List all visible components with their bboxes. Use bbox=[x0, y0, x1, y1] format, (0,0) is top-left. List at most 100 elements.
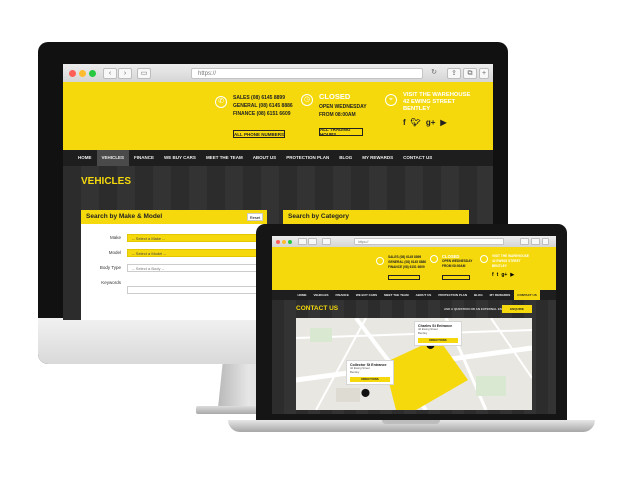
forward-button[interactable] bbox=[308, 238, 317, 245]
tabs-icon[interactable]: ⧉ bbox=[463, 68, 477, 79]
phone-finance[interactable]: FINANCE (08) 6151 6609 bbox=[388, 265, 426, 270]
visit-line: BENTLEY bbox=[403, 106, 431, 112]
directions-button[interactable]: DIRECTIONS bbox=[418, 337, 458, 343]
laptop-notch bbox=[382, 420, 440, 424]
panel-title: Search by Category bbox=[283, 210, 469, 224]
phone-sales[interactable]: SALES (08) 6145 8899 bbox=[233, 94, 293, 102]
status-lines: OPEN WEDNESDAY FROM 08:00AM bbox=[319, 103, 367, 119]
google-plus-icon[interactable]: g+ bbox=[426, 118, 436, 127]
status-line: FROM 08:00AM bbox=[319, 112, 356, 118]
site-header: ✆ SALES (08) 6145 8899 GENERAL (08) 6145… bbox=[63, 82, 493, 150]
keywords-label: Keywords bbox=[101, 280, 121, 285]
nav-finance[interactable]: FINANCE bbox=[332, 290, 352, 300]
model-select[interactable]: -- Select a Model -- bbox=[127, 249, 259, 257]
zoom-window-button[interactable] bbox=[288, 240, 292, 244]
clock-icon: ◷ bbox=[301, 94, 313, 106]
back-button[interactable]: ‹ bbox=[103, 68, 117, 79]
reload-icon[interactable]: ↻ bbox=[427, 68, 441, 79]
nav-meet-the-team[interactable]: MEET THE TEAM bbox=[381, 290, 413, 300]
nav-we-buy-cars[interactable]: WE BUY CARS bbox=[352, 290, 380, 300]
forward-button[interactable]: › bbox=[118, 68, 132, 79]
phone-icon: ✆ bbox=[215, 96, 227, 108]
search-make-model-panel: Search by Make & Model Reset Make -- Sel… bbox=[81, 210, 267, 320]
map-pin-icon[interactable]: ⬤ bbox=[361, 388, 370, 397]
back-button[interactable] bbox=[298, 238, 307, 245]
new-tab-button[interactable] bbox=[542, 238, 549, 245]
nav-protection-plan[interactable]: PROTECTION PLAN bbox=[281, 150, 334, 166]
phone-general[interactable]: GENERAL (08) 6145 8886 bbox=[233, 102, 293, 110]
nav-my-rewards[interactable]: MY REWARDS bbox=[486, 290, 514, 300]
site-header: SALES (08) 6145 8899 GENERAL (08) 6145 8… bbox=[272, 247, 556, 290]
nav-contact-us[interactable]: CONTACT US bbox=[398, 150, 437, 166]
status-line: FROM 08:00AM bbox=[442, 264, 466, 268]
minimize-window-button[interactable] bbox=[282, 240, 286, 244]
page-title: VEHICLES bbox=[81, 176, 132, 187]
address-bar[interactable]: https:// bbox=[354, 238, 504, 245]
nav-finance[interactable]: FINANCE bbox=[129, 150, 159, 166]
nav-home[interactable]: HOME bbox=[294, 290, 310, 300]
phone-finance[interactable]: FINANCE (08) 6151 6609 bbox=[233, 110, 293, 118]
minimize-window-button[interactable] bbox=[79, 70, 86, 77]
youtube-icon[interactable]: ▶ bbox=[440, 118, 446, 127]
address-bar[interactable]: https:// bbox=[191, 68, 423, 79]
share-icon[interactable]: ⇪ bbox=[447, 68, 461, 79]
nav-vehicles[interactable]: VEHICLES bbox=[96, 150, 130, 166]
nav-blog[interactable]: BLOG bbox=[334, 150, 357, 166]
visit-line: VISIT THE WAREHOUSE bbox=[403, 92, 471, 98]
nav-home[interactable]: HOME bbox=[73, 150, 97, 166]
twitter-icon[interactable]: 🐦︎ bbox=[411, 118, 421, 127]
page-body: CONTACT US ASK A QUESTION OR AN EXTERNAL… bbox=[272, 300, 556, 414]
sidebar-icon[interactable]: ▭ bbox=[137, 68, 151, 79]
twitter-icon[interactable]: t bbox=[497, 272, 499, 278]
facebook-icon[interactable]: f bbox=[403, 118, 406, 127]
phone-numbers: SALES (08) 6145 8899 GENERAL (08) 6145 8… bbox=[388, 255, 426, 270]
browser-toolbar: ‹ › ▭ https:// ↻ ⇪ ⧉ + bbox=[63, 64, 493, 83]
google-plus-icon[interactable]: g+ bbox=[501, 272, 507, 278]
nav-protection-plan[interactable]: PROTECTION PLAN bbox=[435, 290, 471, 300]
panel-title: Search by Make & Model bbox=[81, 210, 267, 224]
nav-meet-the-team[interactable]: MEET THE TEAM bbox=[201, 150, 248, 166]
nav-contact-us[interactable]: CONTACT US bbox=[513, 290, 541, 300]
body-type-select[interactable]: -- Select a Body -- bbox=[127, 264, 259, 272]
body-type-label: Body Type bbox=[99, 265, 121, 270]
close-window-button[interactable] bbox=[69, 70, 76, 77]
all-phone-numbers-button[interactable] bbox=[388, 275, 420, 280]
location-pin-icon: ⌖ bbox=[385, 94, 397, 106]
new-tab-button[interactable]: + bbox=[479, 68, 489, 79]
zoom-window-button[interactable] bbox=[89, 70, 96, 77]
all-trading-hours-button[interactable]: ALL TRADING HOURS bbox=[319, 127, 363, 137]
all-trading-hours-button[interactable] bbox=[442, 275, 470, 280]
phone-numbers: SALES (08) 6145 8899 GENERAL (08) 6145 8… bbox=[233, 94, 293, 118]
main-nav: HOME VEHICLES FINANCE WE BUY CARS MEET T… bbox=[272, 290, 556, 300]
keywords-input[interactable] bbox=[127, 286, 259, 294]
page-title: CONTACT US bbox=[296, 305, 339, 312]
nav-vehicles[interactable]: VEHICLES bbox=[310, 290, 332, 300]
tabs-icon[interactable] bbox=[531, 238, 540, 245]
status-title: CLOSED bbox=[319, 92, 351, 101]
all-phone-numbers-button[interactable]: ALL PHONE NUMBERS bbox=[233, 130, 285, 138]
nav-my-rewards[interactable]: MY REWARDS bbox=[357, 150, 398, 166]
enquire-button[interactable]: ENQUIRE bbox=[502, 305, 532, 313]
map-infobox-collector: Collector St Entrance 42 Ewing Street Be… bbox=[346, 360, 394, 385]
make-select[interactable]: -- Select a Make -- bbox=[127, 234, 259, 242]
map-infobox-charles: Charles St Entrance 42 Ewing Street Bent… bbox=[414, 321, 462, 346]
nav-about-us[interactable]: ABOUT US bbox=[248, 150, 282, 166]
youtube-icon[interactable]: ▶ bbox=[510, 272, 514, 278]
nav-blog[interactable]: BLOG bbox=[470, 290, 486, 300]
sidebar-icon[interactable] bbox=[322, 238, 331, 245]
share-icon[interactable] bbox=[520, 238, 529, 245]
close-window-button[interactable] bbox=[276, 240, 280, 244]
laptop-screen: https:// SALES (08) 6145 8899 GENERAL (0… bbox=[272, 236, 556, 414]
infobox-line: Bentley bbox=[418, 330, 428, 335]
location-map[interactable]: ⬤ ⬤ Charles St Entrance 42 Ewing Street … bbox=[296, 318, 532, 410]
directions-button[interactable]: DIRECTIONS bbox=[350, 376, 390, 382]
reset-button[interactable]: Reset bbox=[247, 213, 263, 221]
nav-about-us[interactable]: ABOUT US bbox=[412, 290, 435, 300]
visit-line: 42 EWING STREET bbox=[403, 99, 456, 105]
visit-address: VISIT THE WAREHOUSE 42 EWING STREET BENT… bbox=[403, 92, 470, 113]
make-label: Make bbox=[109, 235, 121, 240]
facebook-icon[interactable]: f bbox=[492, 272, 494, 278]
location-pin-icon bbox=[480, 255, 488, 263]
nav-we-buy-cars[interactable]: WE BUY CARS bbox=[159, 150, 201, 166]
visit-address: VISIT THE WAREHOUSE 42 EWING STREET BENT… bbox=[492, 254, 529, 269]
